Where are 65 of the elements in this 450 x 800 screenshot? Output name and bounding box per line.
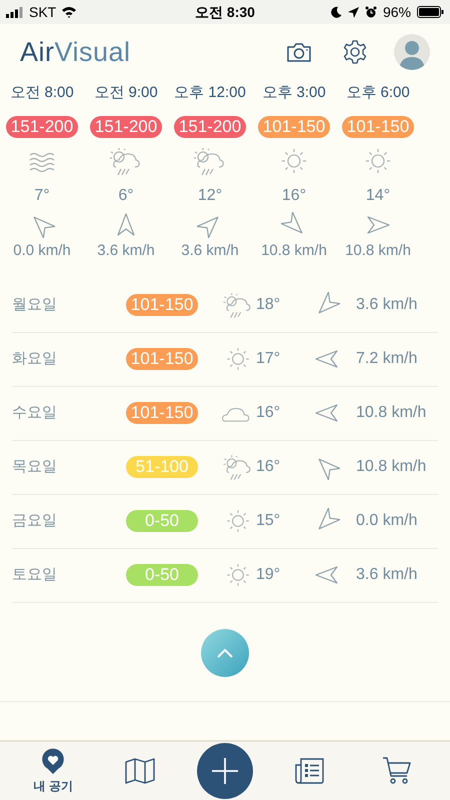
day-label: 수요일: [12, 402, 58, 423]
news-list-icon: [294, 757, 325, 785]
temperature: 12°: [198, 186, 222, 206]
wind-speed: 10.8 km/h: [261, 241, 327, 261]
profile-avatar[interactable]: [394, 34, 430, 70]
wind-speed: 3.6 km/h: [356, 295, 418, 315]
app-logo: AirVisual: [20, 36, 132, 69]
wind-speed: 7.2 km/h: [356, 349, 418, 369]
hour-label: 오전 9:00: [94, 84, 158, 102]
day-label: 화요일: [12, 348, 58, 369]
wind-speed: 10.8 km/h: [356, 457, 426, 477]
temperature: 18°: [256, 295, 282, 315]
wifi-icon: [61, 6, 78, 18]
battery-percent: 96%: [382, 2, 411, 22]
settings-button[interactable]: [342, 39, 368, 65]
hour-label: 오전 8:00: [10, 84, 74, 102]
temperature: 14°: [366, 186, 390, 206]
day-label: 월요일: [12, 294, 58, 315]
location-arrow-icon: [348, 6, 359, 18]
temperature: 7°: [34, 186, 50, 206]
chevron-up-icon: [216, 646, 234, 658]
day-label: 금요일: [12, 510, 58, 531]
aqi-badge: 101-150: [258, 116, 330, 138]
temperature: 6°: [118, 186, 134, 206]
aqi-badge: 101-150: [126, 294, 198, 316]
wind-speed: 10.8 km/h: [356, 403, 426, 423]
aqi-badge: 0-50: [126, 510, 198, 532]
wind-speed: 10.8 km/h: [345, 241, 411, 261]
plus-icon: [210, 757, 239, 785]
map-icon: [125, 757, 156, 785]
temperature: 16°: [256, 403, 282, 423]
temperature: 16°: [256, 457, 282, 477]
heart-pin-icon: [40, 748, 66, 774]
wind-speed: 3.6 km/h: [356, 565, 418, 585]
alarm-clock-icon: [364, 6, 377, 18]
scroll-up-button[interactable]: [201, 628, 249, 676]
nav-tab[interactable]: 내 공기: [23, 743, 84, 799]
camera-button[interactable]: [286, 41, 312, 63]
aqi-badge: 151-200: [6, 116, 78, 138]
temperature: 15°: [256, 511, 282, 531]
moon-icon: [330, 6, 342, 18]
hour-label: 오후 6:00: [346, 84, 410, 102]
day-label: 토요일: [12, 564, 58, 585]
wind-speed: 3.6 km/h: [181, 241, 239, 261]
aqi-badge: 101-150: [126, 402, 198, 424]
aqi-badge: 101-150: [126, 348, 198, 370]
temperature: 16°: [282, 186, 306, 206]
temperature: 19°: [256, 565, 282, 585]
aqi-badge: 101-150: [342, 116, 414, 138]
signal-icon: [6, 6, 24, 18]
aqi-badge: 51-100: [126, 456, 198, 478]
shopping-cart-icon: [382, 756, 412, 786]
hour-label: 오후 3:00: [262, 84, 326, 102]
hour-label: 오후 12:00: [174, 84, 246, 102]
wind-speed: 0.0 km/h: [13, 241, 71, 261]
aqi-badge: 151-200: [90, 116, 162, 138]
battery-icon: [417, 6, 444, 18]
wind-speed: 0.0 km/h: [356, 511, 418, 531]
aqi-badge: 0-50: [126, 564, 198, 586]
clock-time: 오전 8:30: [194, 2, 256, 22]
carrier-name: SKT: [29, 2, 56, 22]
temperature: 17°: [256, 349, 282, 369]
wind-speed: 3.6 km/h: [97, 241, 155, 261]
aqi-badge: 151-200: [174, 116, 246, 138]
day-label: 목요일: [12, 456, 58, 477]
